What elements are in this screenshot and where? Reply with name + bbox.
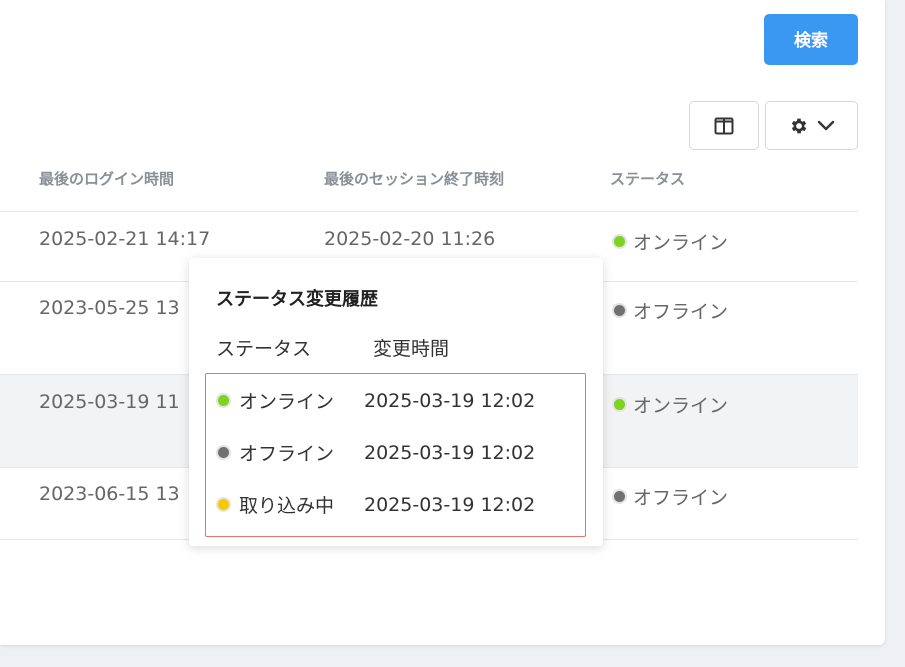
status-history-popover: ステータス変更履歴 ステータス 変更時間 オンライン 2025-03-19 12… [189,258,603,546]
status-cell[interactable]: オンライン [612,391,728,418]
status-online-icon [612,397,627,412]
status-offline-icon [216,445,231,460]
history-time: 2025-03-19 12:02 [364,389,536,412]
history-status: オフライン [239,443,335,465]
search-button[interactable]: 検索 [764,14,858,65]
status-label: オンライン [633,232,729,254]
status-label: オフライン [633,301,729,323]
status-online-icon [216,393,231,408]
history-time: 2025-03-19 12:02 [364,441,536,464]
last-login-cell: 2023-05-25 13 [39,297,180,319]
history-status: オンライン [239,391,335,413]
status-online-icon [612,234,627,249]
columns-toggle-button[interactable] [689,101,759,150]
gear-icon [791,118,806,133]
columns-icon [714,117,734,134]
status-cell[interactable]: オフライン [612,297,728,324]
history-row: オフライン 2025-03-19 12:02 [216,439,535,466]
popover-title: ステータス変更履歴 [216,289,378,310]
popover-header-status: ステータス [216,338,312,360]
column-header-last-session-end[interactable]: 最後のセッション終了時刻 [324,168,504,189]
history-row: オンライン 2025-03-19 12:02 [216,387,535,414]
status-cell[interactable]: オフライン [612,483,728,510]
status-cell[interactable]: オンライン [612,228,728,255]
history-time: 2025-03-19 12:02 [364,493,536,516]
status-label: オンライン [633,395,729,417]
column-header-last-login[interactable]: 最後のログイン時間 [39,168,174,189]
status-offline-icon [612,303,627,318]
chevron-down-icon [817,120,834,130]
status-label: オフライン [633,487,729,509]
last-login-cell: 2025-03-19 11 [39,391,180,413]
popover-header-time: 変更時間 [373,338,450,360]
settings-dropdown-button[interactable] [765,101,858,150]
status-offline-icon [612,489,627,504]
history-row: 取り込み中 2025-03-19 12:02 [216,491,535,518]
status-importing-icon [216,497,231,512]
last-login-cell: 2025-02-21 14:17 [39,228,211,250]
last-session-end-cell: 2025-02-20 11:26 [324,228,496,250]
history-status: 取り込み中 [239,495,335,517]
column-header-status[interactable]: ステータス [610,168,685,189]
content-panel: 検索 最後のログイン時間 最後のセッション終了時刻 ステータス 2025-02-… [0,0,885,645]
last-login-cell: 2023-06-15 13 [39,483,180,505]
